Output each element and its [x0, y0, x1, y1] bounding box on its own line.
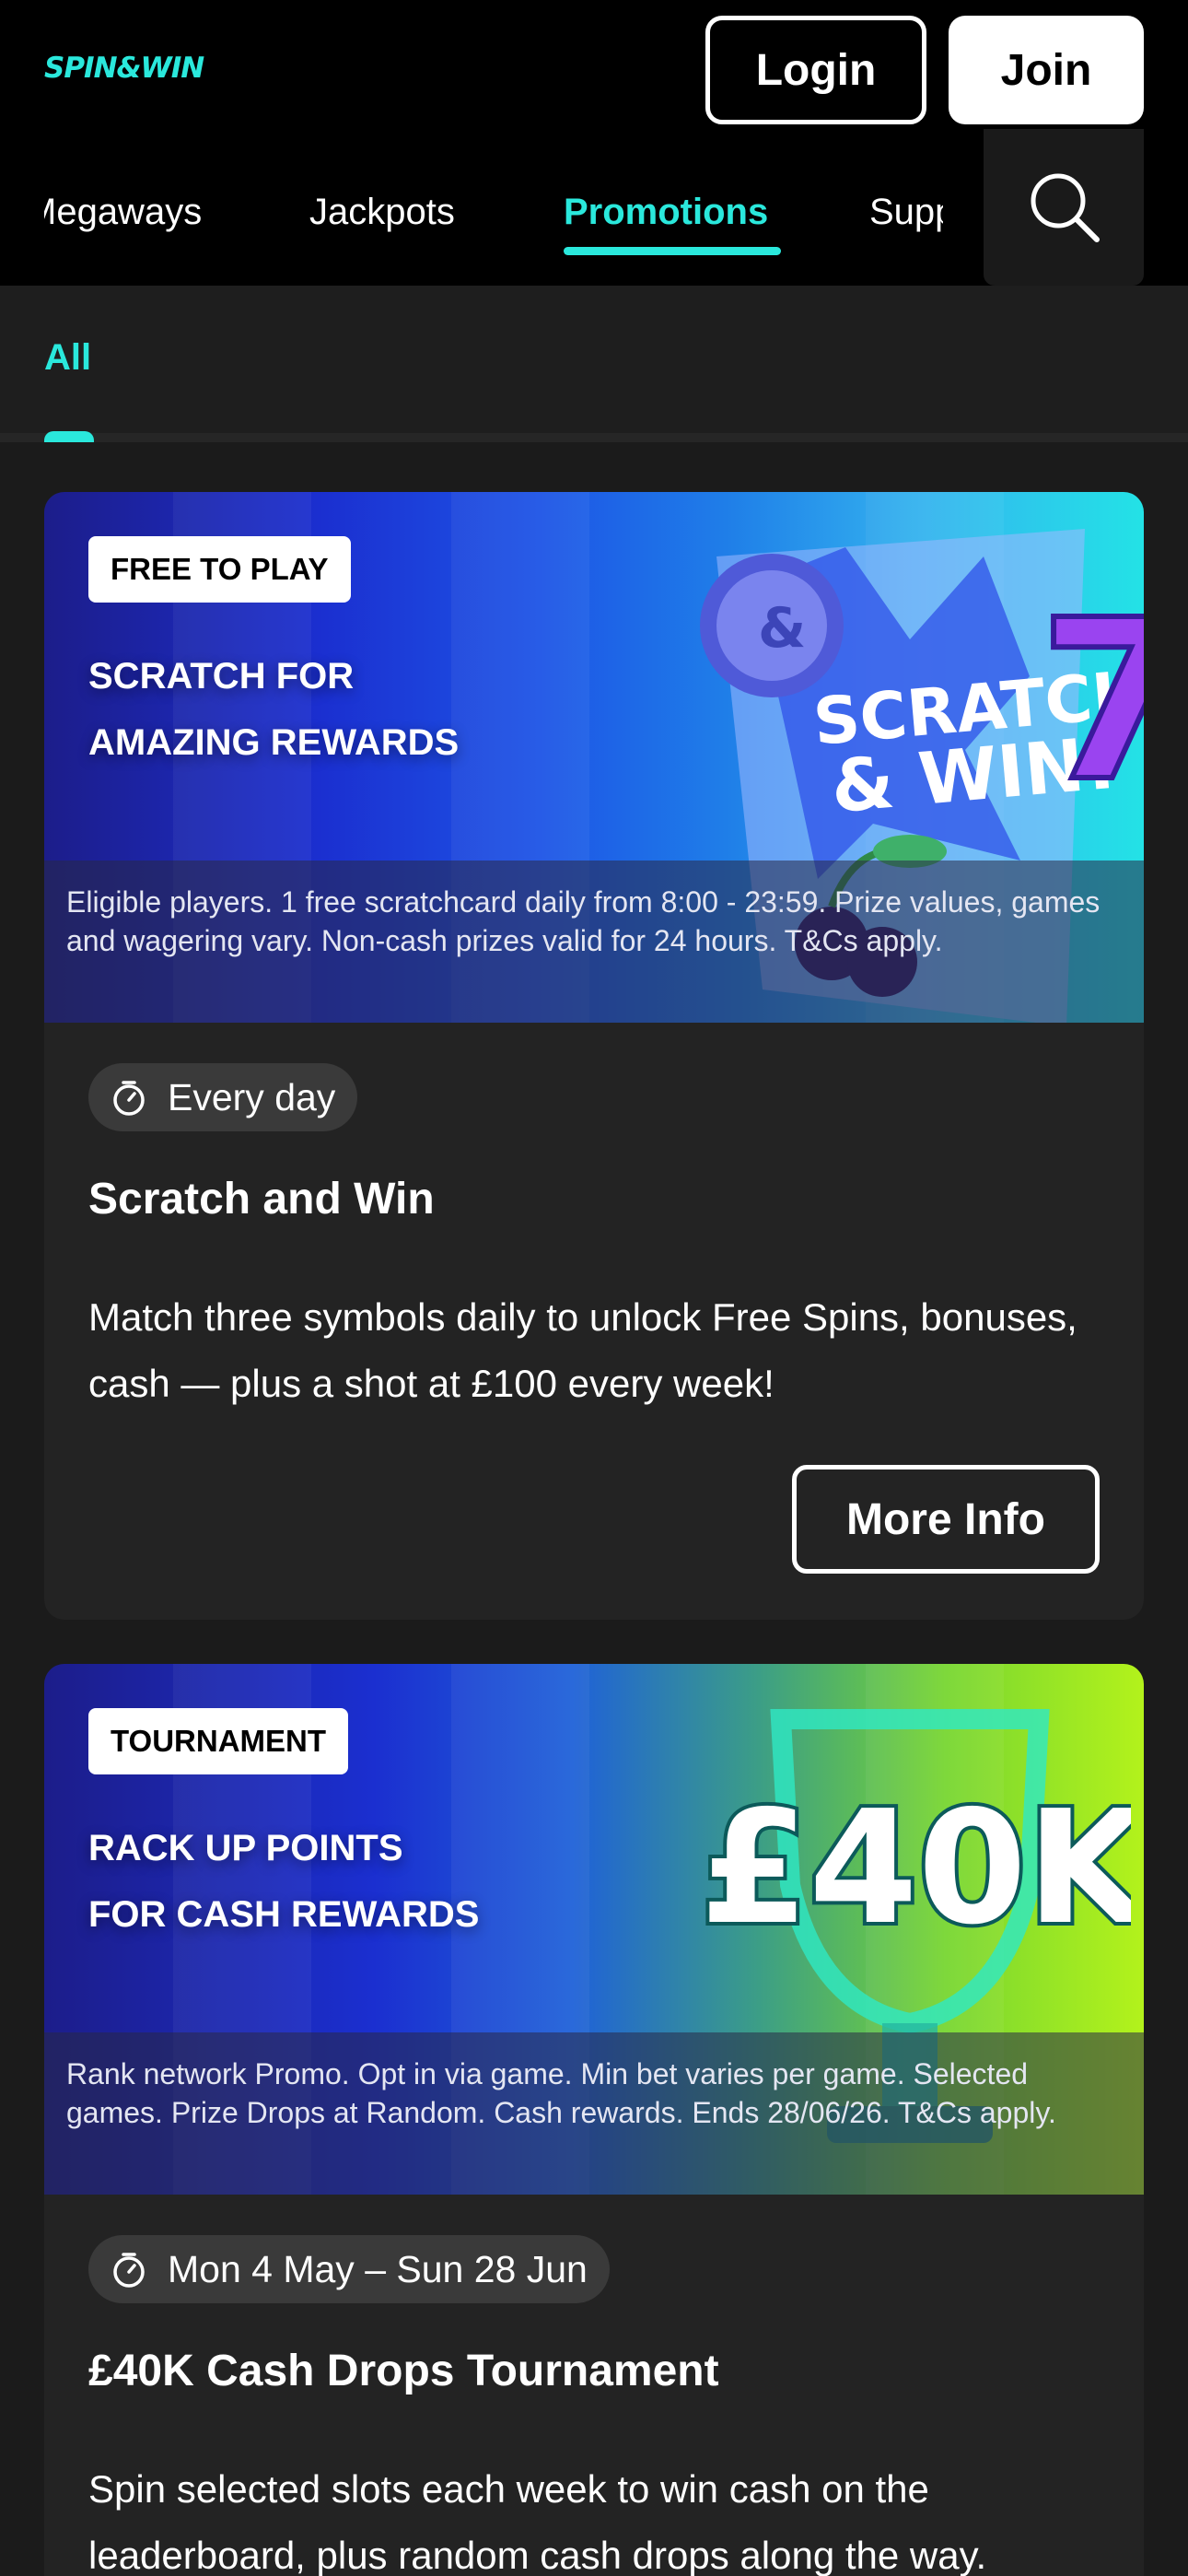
stopwatch-icon: [113, 1081, 145, 1116]
top-bar: SPIN&WIN Login Join: [0, 0, 1188, 138]
promo-card: & SCRATCH & WIN! 7 FREE TO PLAY SCRATCH …: [44, 492, 1144, 1620]
promo-filter-bar: All: [0, 286, 1188, 442]
filter-active-indicator: [44, 431, 94, 442]
join-button[interactable]: Join: [949, 16, 1144, 124]
promo-description: Spin selected slots each week to win cas…: [88, 2467, 987, 2576]
search-icon: [1031, 173, 1100, 242]
promo-title: £40K Cash Drops Tournament: [88, 2347, 719, 2395]
promo-dates-badge: Every day: [88, 1063, 358, 1131]
promo-dates-text: Mon 4 May – Sun 28 Jun: [168, 2247, 588, 2290]
promo-dates-text: Every day: [168, 1075, 336, 1118]
more-info-button[interactable]: More Info: [792, 1465, 1100, 1574]
promo-title: Scratch and Win: [88, 1175, 435, 1224]
nav-item-support[interactable]: Support: [869, 192, 943, 233]
promo-headline: RACK UP POINTS FOR CASH REWARDS: [88, 1815, 479, 1948]
promo-headline-line: RACK UP POINTS: [88, 1828, 403, 1868]
promo-banner[interactable]: & SCRATCH & WIN! 7 FREE TO PLAY SCRATCH …: [44, 492, 1144, 1023]
promo-headline-line: FOR CASH REWARDS: [88, 1894, 480, 1935]
promo-description: Match three symbols daily to unlock Free…: [88, 1295, 1077, 1405]
search-button[interactable]: [984, 129, 1144, 286]
stopwatch-icon: [113, 2253, 145, 2288]
login-button[interactable]: Login: [705, 16, 926, 124]
filter-all[interactable]: All: [44, 337, 91, 379]
promo-terms: Rank network Promo. Opt in via game. Min…: [44, 2032, 1144, 2195]
svg-text:£40K: £40K: [700, 1777, 1131, 1960]
nav-item-megaways[interactable]: Megaways: [44, 192, 202, 233]
nav-active-indicator: [564, 247, 781, 255]
brand-logo[interactable]: SPIN&WIN: [44, 52, 204, 85]
svg-text:&: &: [758, 596, 806, 661]
promo-terms: Eligible players. 1 free scratchcard dai…: [44, 861, 1144, 1023]
nav-item-jackpots[interactable]: Jackpots: [309, 192, 455, 233]
promo-banner[interactable]: £40K TOURNAMENT RACK UP POINTS FOR CASH …: [44, 1664, 1144, 2195]
promo-headline: SCRATCH FOR AMAZING REWARDS: [88, 643, 459, 776]
promo-card: £40K TOURNAMENT RACK UP POINTS FOR CASH …: [44, 1664, 1144, 2576]
svg-text:7: 7: [1039, 572, 1144, 830]
promo-tag: FREE TO PLAY: [88, 536, 351, 603]
promo-dates-badge: Mon 4 May – Sun 28 Jun: [88, 2235, 610, 2303]
promo-headline-line: AMAZING REWARDS: [88, 722, 460, 763]
promo-headline-line: SCRATCH FOR: [88, 656, 355, 697]
promo-tag: TOURNAMENT: [88, 1708, 349, 1774]
nav-item-promotions[interactable]: Promotions: [564, 192, 768, 233]
